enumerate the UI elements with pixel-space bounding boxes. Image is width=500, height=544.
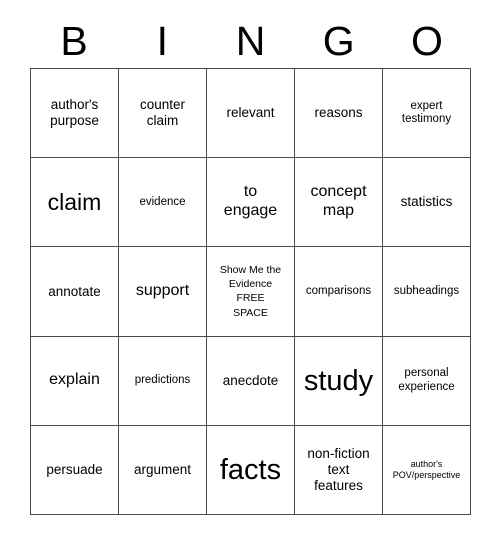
bingo-cell-label: anecdote [222, 372, 279, 388]
bingo-cell-b4[interactable]: explain [31, 336, 119, 426]
bingo-cell-b5[interactable]: persuade [31, 425, 119, 515]
bingo-cell-label: comparisons [305, 284, 372, 297]
bingo-cell-o2[interactable]: statistics [383, 158, 471, 248]
bingo-cell-g2[interactable]: concept map [295, 158, 383, 248]
header-letter-o: O [410, 17, 443, 64]
bingo-cell-label: reasons [314, 105, 363, 121]
bingo-cell-b1[interactable]: author's purpose [31, 69, 119, 159]
bingo-cell-g1[interactable]: reasons [295, 69, 383, 159]
bingo-cell-label: concept map [310, 183, 367, 220]
bingo-grid: author's purpose counter claim relevant … [30, 68, 471, 515]
bingo-cell-o1[interactable]: expert testimony [383, 69, 471, 159]
bingo-cell-label: annotate [48, 283, 101, 299]
bingo-cell-i2[interactable]: evidence [119, 158, 207, 248]
bingo-cell-b3[interactable]: annotate [31, 247, 119, 337]
bingo-cell-n5[interactable]: facts [207, 425, 295, 515]
bingo-cell-label: claim [47, 188, 102, 215]
bingo-cell-label: to engage [223, 183, 278, 220]
bingo-cell-label: predictions [134, 373, 191, 386]
bingo-cell-g3[interactable]: comparisons [295, 247, 383, 337]
bingo-cell-label: persuade [46, 461, 103, 477]
bingo-cell-label: explain [49, 371, 100, 389]
bingo-cell-label: evidence [139, 195, 186, 208]
bingo-cell-i5[interactable]: argument [119, 425, 207, 515]
header-letter-b: B [60, 17, 88, 64]
bingo-header: B I N G O [30, 14, 471, 68]
bingo-card: B I N G O author's purpose counter claim… [0, 0, 500, 544]
bingo-cell-free-space[interactable]: Show Me the Evidence FREE SPACE [207, 247, 295, 337]
bingo-cell-label: non-fiction text features [307, 446, 370, 493]
header-letter-n: N [235, 17, 266, 64]
bingo-cell-g4[interactable]: study [295, 336, 383, 426]
bingo-cell-i1[interactable]: counter claim [119, 69, 207, 159]
bingo-cell-i4[interactable]: predictions [119, 336, 207, 426]
bingo-cell-g5[interactable]: non-fiction text features [295, 425, 383, 515]
bingo-cell-label: support [135, 282, 190, 300]
bingo-cell-o3[interactable]: subheadings [383, 247, 471, 337]
header-letter-g: G [322, 17, 355, 64]
bingo-cell-label: author's POV/perspective [392, 458, 461, 480]
bingo-cell-i3[interactable]: support [119, 247, 207, 337]
bingo-cell-n2[interactable]: to engage [207, 158, 295, 248]
header-letter-i: I [156, 17, 168, 64]
bingo-cell-label: author's purpose [50, 97, 99, 129]
bingo-cell-n4[interactable]: anecdote [207, 336, 295, 426]
bingo-cell-label: statistics [400, 194, 453, 210]
bingo-cell-n1[interactable]: relevant [207, 69, 295, 159]
bingo-cell-label: personal experience [398, 367, 455, 393]
bingo-cell-label: relevant [226, 105, 275, 121]
bingo-cell-o5[interactable]: author's POV/perspective [383, 425, 471, 515]
bingo-cell-label: study [303, 364, 374, 397]
bingo-cell-label: expert testimony [401, 99, 452, 126]
free-space-label: Show Me the Evidence FREE SPACE [219, 264, 282, 319]
bingo-cell-label: counter claim [139, 97, 186, 129]
bingo-cell-label: subheadings [393, 284, 460, 297]
bingo-cell-label: argument [133, 461, 192, 477]
bingo-cell-label: facts [219, 453, 282, 486]
bingo-cell-b2[interactable]: claim [31, 158, 119, 248]
bingo-cell-o4[interactable]: personal experience [383, 336, 471, 426]
